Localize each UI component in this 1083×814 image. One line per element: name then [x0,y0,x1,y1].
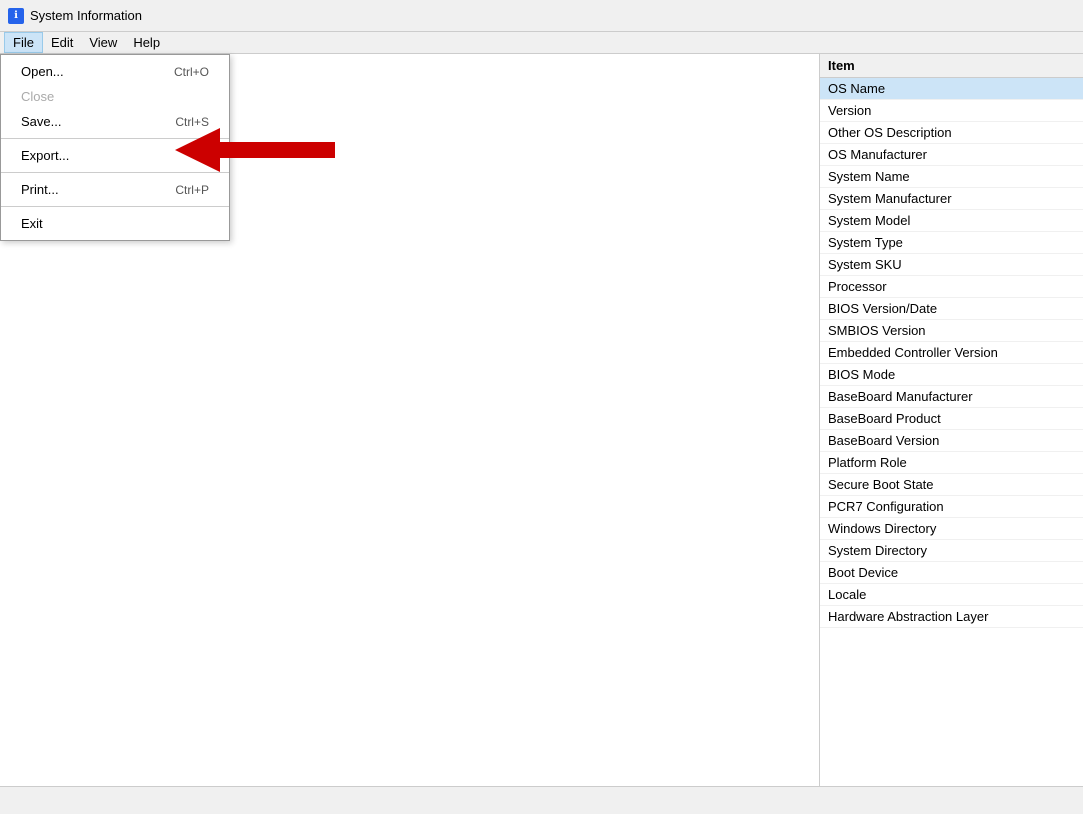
right-pane-row-baseboard-product[interactable]: BaseBoard Product [820,408,1083,430]
right-pane-row-system-name[interactable]: System Name [820,166,1083,188]
window-title: System Information [30,8,142,23]
menu-edit[interactable]: Edit [43,33,81,52]
menu-file[interactable]: File [4,32,43,53]
separator-2 [1,172,229,173]
title-bar: ℹ System Information [0,0,1083,32]
right-pane-row-locale[interactable]: Locale [820,584,1083,606]
right-pane-row-smbios-version[interactable]: SMBIOS Version [820,320,1083,342]
right-pane-row-baseboard-version[interactable]: BaseBoard Version [820,430,1083,452]
right-pane-row-version[interactable]: Version [820,100,1083,122]
menu-help[interactable]: Help [125,33,168,52]
right-pane-row-processor[interactable]: Processor [820,276,1083,298]
menu-exit-label: Exit [21,216,43,231]
right-pane-row-embedded-controller[interactable]: Embedded Controller Version [820,342,1083,364]
right-pane-row-baseboard-manufacturer[interactable]: BaseBoard Manufacturer [820,386,1083,408]
menu-print-shortcut: Ctrl+P [175,183,209,197]
right-pane-row-system-manufacturer[interactable]: System Manufacturer [820,188,1083,210]
menu-bar: File Edit View Help Open... Ctrl+O Close… [0,32,1083,54]
menu-open[interactable]: Open... Ctrl+O [1,59,229,84]
right-pane-header: Item [820,54,1083,78]
right-pane-row-os-name[interactable]: OS Name [820,78,1083,100]
menu-save-shortcut: Ctrl+S [175,115,209,129]
separator-1 [1,138,229,139]
right-pane-row-windows-directory[interactable]: Windows Directory [820,518,1083,540]
right-pane-row-system-model[interactable]: System Model [820,210,1083,232]
menu-view[interactable]: View [81,33,125,52]
right-pane-row-system-type[interactable]: System Type [820,232,1083,254]
menu-exit[interactable]: Exit [1,211,229,236]
status-bar [0,786,1083,814]
app-icon: ℹ [8,8,24,24]
right-pane-row-bios-version[interactable]: BIOS Version/Date [820,298,1083,320]
menu-export-label: Export... [21,148,69,163]
menu-export[interactable]: Export... [1,143,229,168]
right-pane-row-os-manufacturer[interactable]: OS Manufacturer [820,144,1083,166]
separator-3 [1,206,229,207]
right-pane-row-pcr7-config[interactable]: PCR7 Configuration [820,496,1083,518]
file-dropdown-menu: Open... Ctrl+O Close Save... Ctrl+S Expo… [0,54,230,241]
right-pane-row-platform-role[interactable]: Platform Role [820,452,1083,474]
menu-open-label: Open... [21,64,64,79]
menu-open-shortcut: Ctrl+O [174,65,209,79]
menu-print[interactable]: Print... Ctrl+P [1,177,229,202]
right-pane-list: Item OS NameVersionOther OS DescriptionO… [820,54,1083,786]
menu-close: Close [1,84,229,109]
right-pane-row-system-sku[interactable]: System SKU [820,254,1083,276]
right-pane-row-hardware-abstraction-layer[interactable]: Hardware Abstraction Layer [820,606,1083,628]
right-pane-row-other-os-desc[interactable]: Other OS Description [820,122,1083,144]
right-pane-row-bios-mode[interactable]: BIOS Mode [820,364,1083,386]
right-pane-rows: OS NameVersionOther OS DescriptionOS Man… [820,78,1083,628]
right-pane-row-system-directory[interactable]: System Directory [820,540,1083,562]
menu-save[interactable]: Save... Ctrl+S [1,109,229,134]
menu-print-label: Print... [21,182,59,197]
menu-save-label: Save... [21,114,61,129]
right-pane-row-boot-device[interactable]: Boot Device [820,562,1083,584]
right-pane-row-secure-boot-state[interactable]: Secure Boot State [820,474,1083,496]
right-pane-header-label: Item [828,58,855,73]
menu-close-label: Close [21,89,54,104]
